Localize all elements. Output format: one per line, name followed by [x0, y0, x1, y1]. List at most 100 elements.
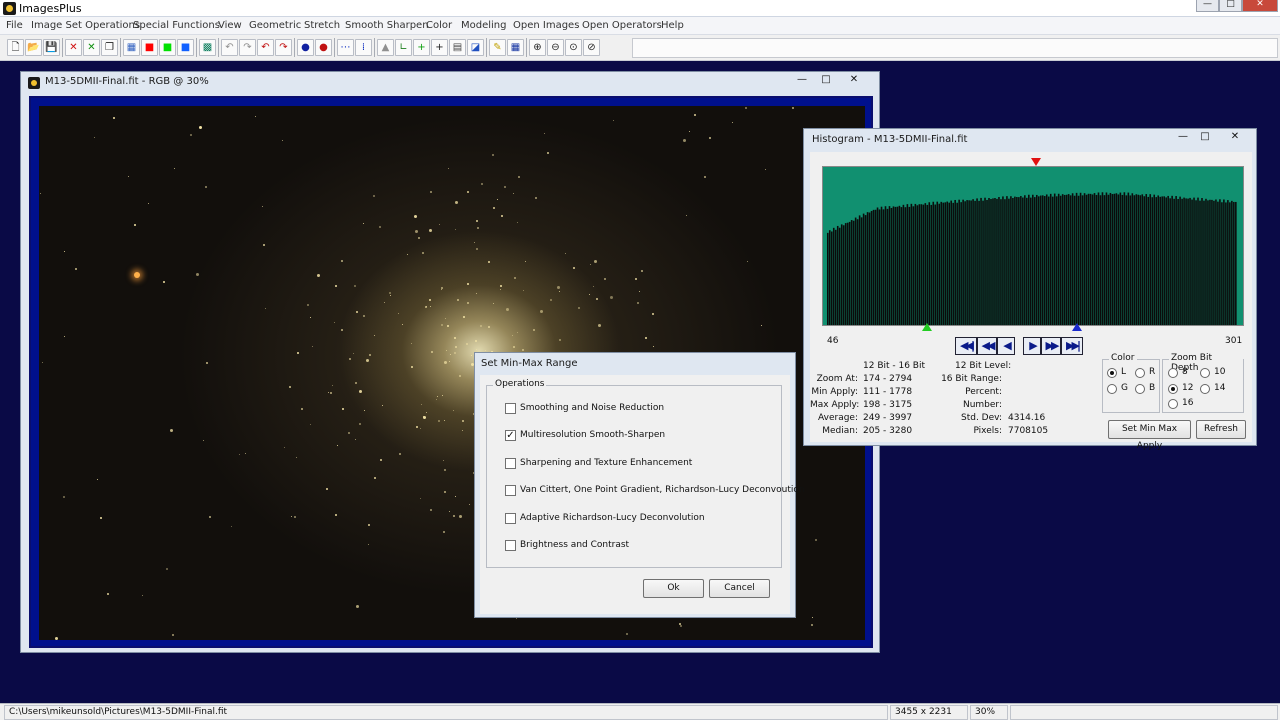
histogram-bar [862, 213, 865, 325]
nav-next-fast-button[interactable]: ▶▶ [1041, 337, 1061, 355]
operation-checkbox[interactable]: ✓ [505, 430, 516, 442]
histogram-bar [906, 204, 909, 325]
nav-prev-fast-button[interactable]: ◀◀ [977, 337, 997, 355]
dots-icon[interactable]: ⋯ [337, 39, 354, 56]
green-channel-icon[interactable]: ■ [159, 39, 176, 56]
star [815, 539, 817, 541]
app-close-button[interactable]: ✕ [1242, 0, 1278, 12]
zoom-out-icon[interactable]: ⊖ [547, 39, 564, 56]
histogram-window[interactable]: Histogram - M13-5DMII-Final.fit — □ ✕ 46… [803, 128, 1257, 451]
calculator-icon[interactable]: ▤ [449, 39, 466, 56]
red-channel-icon[interactable]: ■ [141, 39, 158, 56]
menu-image-set-operations[interactable]: Image Set Operations [31, 20, 140, 31]
histogram-plot[interactable] [822, 166, 1244, 326]
star [504, 186, 506, 188]
operation-label[interactable]: Multiresolution Smooth-Sharpen [520, 430, 665, 440]
depth-14-radio[interactable] [1200, 384, 1210, 394]
histogram-close-button[interactable]: ✕ [1224, 131, 1246, 143]
refresh-button[interactable]: Refresh [1196, 420, 1246, 439]
operation-label[interactable]: Van Cittert, One Point Gradient, Richard… [520, 485, 805, 495]
blue-channel-icon[interactable]: ■ [177, 39, 194, 56]
close-red-icon[interactable]: ✕ [65, 39, 82, 56]
close-green-icon[interactable]: ✕ [83, 39, 100, 56]
operation-label[interactable]: Smoothing and Noise Reduction [520, 403, 664, 413]
table-icon[interactable]: ▦ [507, 39, 524, 56]
set-min-max-apply-button[interactable]: Set Min Max Apply [1108, 420, 1191, 451]
image-window-close-button[interactable]: ✕ [843, 74, 865, 86]
depth-10-radio[interactable] [1200, 368, 1210, 378]
undo-gray-icon[interactable]: ↶ [221, 39, 238, 56]
color-l-radio[interactable] [1107, 368, 1117, 378]
image-window-maximize-button[interactable]: □ [815, 74, 837, 86]
nav-last-button[interactable]: ▶▶| [1061, 337, 1083, 355]
rgb-channels-icon[interactable]: ▦ [123, 39, 140, 56]
color-b-radio[interactable] [1135, 384, 1145, 394]
app-minimize-button[interactable]: — [1196, 0, 1219, 12]
max-apply-marker-blue[interactable] [1072, 323, 1082, 331]
zoom-fit-icon[interactable]: ⊙ [565, 39, 582, 56]
histogram-bar [1139, 195, 1142, 325]
redo-gray-icon[interactable]: ↷ [239, 39, 256, 56]
crosshair-icon[interactable]: + [431, 39, 448, 56]
operation-checkbox[interactable] [505, 403, 516, 414]
operation-checkbox[interactable] [505, 485, 516, 497]
color-g-radio[interactable] [1107, 384, 1117, 394]
pencil-icon[interactable]: ✎ [489, 39, 506, 56]
copy-icon[interactable]: ❐ [101, 39, 118, 56]
menu-special-functions[interactable]: Special Functions [133, 20, 220, 31]
operation-label[interactable]: Sharpening and Texture Enhancement [520, 458, 692, 468]
depth-12-radio[interactable] [1168, 384, 1178, 394]
operation-checkbox[interactable] [505, 512, 516, 524]
menu-help[interactable]: Help [661, 20, 684, 31]
histogram-bar [956, 202, 958, 325]
menu-view[interactable]: View [218, 20, 242, 31]
cancel-button[interactable]: Cancel [709, 579, 770, 598]
menu-modeling[interactable]: Modeling [461, 20, 507, 31]
histogram-bar [876, 207, 879, 325]
open-folder-icon[interactable]: 📂 [25, 39, 42, 56]
menu-open-operators[interactable]: Open Operators [582, 20, 662, 31]
undo-icon[interactable]: ↶ [257, 39, 274, 56]
zoom-in-icon[interactable]: ⊕ [529, 39, 546, 56]
menu-geometric[interactable]: Geometric [249, 20, 301, 31]
histogram-bar [966, 200, 968, 325]
save-icon[interactable]: 💾 [43, 39, 60, 56]
depth-8-radio[interactable] [1168, 368, 1178, 378]
image-window-minimize-button[interactable]: — [791, 74, 813, 86]
menu-smooth-sharpen[interactable]: Smooth Sharpen [345, 20, 429, 31]
nav-first-button[interactable]: ◀◀| [955, 337, 977, 355]
menu-open-images[interactable]: Open Images [513, 20, 579, 31]
grid-icon[interactable]: ▩ [199, 39, 216, 56]
operation-label[interactable]: Adaptive Richardson-Lucy Deconvolution [520, 513, 705, 523]
new-file-icon[interactable]: 🗋 [7, 39, 24, 56]
record-red-icon[interactable]: ● [315, 39, 332, 56]
dialog-body: Operations Smoothing and Noise Reduction… [480, 375, 805, 614]
pixel-icon[interactable]: ⁞ [355, 39, 372, 56]
operation-checkbox[interactable] [505, 540, 516, 551]
app-maximize-button[interactable]: □ [1219, 0, 1242, 12]
set-min-max-range-dialog[interactable]: Set Min-Max Range Operations Smoothing a… [474, 352, 805, 618]
min-apply-marker-green[interactable] [922, 323, 932, 331]
color-r-radio[interactable] [1135, 368, 1145, 378]
ok-button[interactable]: Ok [643, 579, 704, 598]
menu-file[interactable]: File [6, 20, 23, 31]
histogram-maximize-button[interactable]: □ [1194, 131, 1216, 143]
histogram-bar [996, 198, 998, 325]
depth-16-radio[interactable] [1168, 399, 1178, 409]
nav-next-button[interactable]: ▶ [1023, 337, 1041, 355]
histogram-minimize-button[interactable]: — [1172, 131, 1194, 143]
menu-stretch[interactable]: Stretch [304, 20, 340, 31]
axis-icon[interactable]: ∟ [395, 39, 412, 56]
menu-color[interactable]: Color [426, 20, 452, 31]
nav-prev-button[interactable]: ◀ [997, 337, 1015, 355]
plus-green-icon[interactable]: + [413, 39, 430, 56]
operation-checkbox[interactable] [505, 457, 516, 469]
histogram-icon[interactable]: ▲ [377, 39, 394, 56]
star [359, 423, 361, 425]
redo-icon[interactable]: ↷ [275, 39, 292, 56]
zoom-marker-red[interactable] [1031, 158, 1041, 166]
record-blue-icon[interactable]: ● [297, 39, 314, 56]
palette-icon[interactable]: ◪ [467, 39, 484, 56]
operation-label[interactable]: Brightness and Contrast [520, 540, 629, 550]
zoom-actual-icon[interactable]: ⊘ [583, 39, 600, 56]
